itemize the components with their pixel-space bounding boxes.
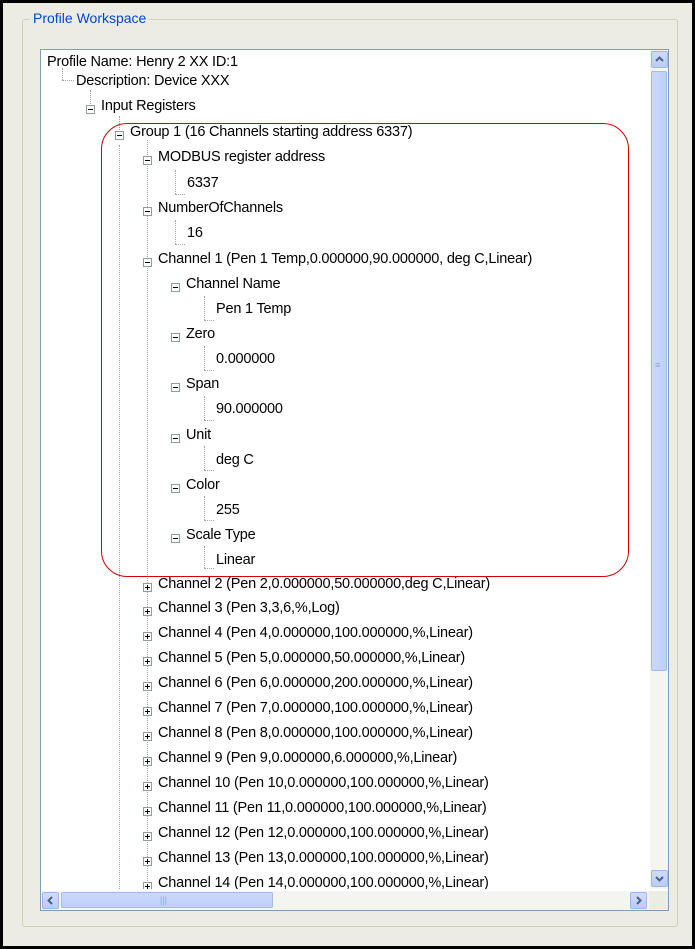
panel-title: Profile Workspace xyxy=(30,10,150,26)
expand-icon[interactable] xyxy=(143,583,152,592)
chevron-up-icon xyxy=(655,56,664,62)
tree-line xyxy=(175,220,176,244)
tree-scale-type-node[interactable]: Scale Type xyxy=(186,525,256,545)
tree-line xyxy=(204,420,214,421)
tree-number-of-channels-node[interactable]: NumberOfChannels xyxy=(158,198,283,218)
chevron-down-icon xyxy=(655,876,664,882)
collapse-icon[interactable] xyxy=(143,258,152,267)
expand-icon[interactable] xyxy=(143,832,152,841)
tree-channel-node[interactable]: Channel 2 (Pen 2,0.000000,50.000000,deg … xyxy=(158,574,490,594)
tree-line xyxy=(204,346,205,370)
expand-icon[interactable] xyxy=(143,732,152,741)
collapse-icon[interactable] xyxy=(171,383,180,392)
tree-zero-node[interactable]: Zero xyxy=(186,324,215,344)
tree-line xyxy=(204,396,205,420)
tree-line xyxy=(175,194,185,195)
tree-line xyxy=(204,470,214,471)
tree-span-node[interactable]: Span xyxy=(186,374,219,394)
tree-color-value-node[interactable]: 255 xyxy=(216,500,240,520)
collapse-icon[interactable] xyxy=(143,207,152,216)
tree-zero-value-node[interactable]: 0.000000 xyxy=(216,349,275,369)
tree-channel-node[interactable]: Channel 9 (Pen 9,0.000000,6.000000,%,Lin… xyxy=(158,748,457,768)
scroll-down-button[interactable] xyxy=(651,870,668,887)
collapse-icon[interactable] xyxy=(171,333,180,342)
vertical-scroll-thumb[interactable]: ≡ xyxy=(651,71,667,671)
tree-span-value-node[interactable]: 90.000000 xyxy=(216,399,283,419)
collapse-icon[interactable] xyxy=(115,131,124,140)
profile-tree-view[interactable]: Profile Name: Henry 2 XX ID:1 Descriptio… xyxy=(40,49,669,911)
tree-scale-type-value-node[interactable]: Linear xyxy=(216,550,255,570)
tree-content: Profile Name: Henry 2 XX ID:1 Descriptio… xyxy=(41,50,637,889)
collapse-icon[interactable] xyxy=(86,105,95,114)
tree-line xyxy=(147,140,148,889)
expand-icon[interactable] xyxy=(143,782,152,791)
expand-icon[interactable] xyxy=(143,707,152,716)
scroll-right-button[interactable] xyxy=(630,892,647,909)
chevron-left-icon xyxy=(47,896,53,905)
tree-channel-node[interactable]: Channel 5 (Pen 5,0.000000,50.000000,%,Li… xyxy=(158,648,465,668)
collapse-icon[interactable] xyxy=(171,434,180,443)
tree-channel-node[interactable]: Channel 6 (Pen 6,0.000000,200.000000,%,L… xyxy=(158,673,473,693)
tree-group-node[interactable]: Group 1 (16 Channels starting address 63… xyxy=(130,122,413,142)
expand-icon[interactable] xyxy=(143,757,152,766)
tree-channel-node[interactable]: Channel 3 (Pen 3,3,6,%,Log) xyxy=(158,598,340,618)
horizontal-scrollbar[interactable]: ||| xyxy=(41,891,649,910)
tree-number-of-channels-value-node[interactable]: 16 xyxy=(187,223,203,243)
expand-icon[interactable] xyxy=(143,607,152,616)
scroll-left-button[interactable] xyxy=(42,892,59,909)
tree-channel-node[interactable]: Channel 12 (Pen 12,0.000000,100.000000,%… xyxy=(158,823,489,843)
tree-line xyxy=(204,370,214,371)
tree-channel-node[interactable]: Channel 14 (Pen 14,0.000000,100.000000,%… xyxy=(158,873,489,889)
expand-icon[interactable] xyxy=(143,857,152,866)
tree-line xyxy=(175,244,185,245)
expand-icon[interactable] xyxy=(143,657,152,666)
tree-line xyxy=(119,145,120,889)
grip-icon: ||| xyxy=(160,895,168,905)
collapse-icon[interactable] xyxy=(171,484,180,493)
tree-channel-node[interactable]: Channel 11 (Pen 11,0.000000,100.000000,%… xyxy=(158,798,487,818)
expand-icon[interactable] xyxy=(143,632,152,641)
collapse-icon[interactable] xyxy=(171,283,180,292)
tree-line xyxy=(204,546,205,568)
tree-channel-node[interactable]: Channel 10 (Pen 10,0.000000,100.000000,%… xyxy=(158,773,489,793)
tree-modbus-value-node[interactable]: 6337 xyxy=(187,173,219,193)
tree-line xyxy=(204,568,214,569)
tree-line xyxy=(175,170,176,194)
tree-channel-node[interactable]: Channel 8 (Pen 8,0.000000,100.000000,%,L… xyxy=(158,723,473,743)
tree-line xyxy=(204,296,205,320)
tree-unit-value-node[interactable]: deg C xyxy=(216,450,254,470)
scrollbar-corner xyxy=(649,891,668,910)
scroll-up-button[interactable] xyxy=(651,51,668,68)
tree-line xyxy=(204,496,205,520)
tree-modbus-node[interactable]: MODBUS register address xyxy=(158,147,325,167)
tree-line xyxy=(119,116,120,132)
tree-line xyxy=(204,320,214,321)
tree-unit-node[interactable]: Unit xyxy=(186,425,211,445)
tree-line xyxy=(62,80,74,81)
tree-channel-name-node[interactable]: Channel Name xyxy=(186,274,281,294)
expand-icon[interactable] xyxy=(143,807,152,816)
grip-icon: ≡ xyxy=(655,360,661,370)
tree-root-node[interactable]: Profile Name: Henry 2 XX ID:1 xyxy=(47,52,238,72)
collapse-icon[interactable] xyxy=(171,534,180,543)
tree-line xyxy=(204,446,205,470)
tree-channel1-node[interactable]: Channel 1 (Pen 1 Temp,0.000000,90.000000… xyxy=(158,249,532,269)
tree-channel-node[interactable]: Channel 13 (Pen 13,0.000000,100.000000,%… xyxy=(158,848,489,868)
horizontal-scroll-thumb[interactable]: ||| xyxy=(61,892,273,908)
tree-channel-node[interactable]: Channel 7 (Pen 7,0.000000,100.000000,%,L… xyxy=(158,698,473,718)
tree-channel-name-value-node[interactable]: Pen 1 Temp xyxy=(216,299,291,319)
tree-line xyxy=(204,520,214,521)
tree-channel-node[interactable]: Channel 4 (Pen 4,0.000000,100.000000,%,L… xyxy=(158,623,473,643)
tree-description-node[interactable]: Description: Device XXX xyxy=(76,71,230,91)
tree-color-node[interactable]: Color xyxy=(186,475,220,495)
expand-icon[interactable] xyxy=(143,882,152,889)
expand-icon[interactable] xyxy=(143,682,152,691)
chevron-right-icon xyxy=(636,896,642,905)
vertical-scrollbar[interactable]: ≡ xyxy=(650,50,668,889)
tree-input-registers-node[interactable]: Input Registers xyxy=(101,96,196,116)
collapse-icon[interactable] xyxy=(143,156,152,165)
